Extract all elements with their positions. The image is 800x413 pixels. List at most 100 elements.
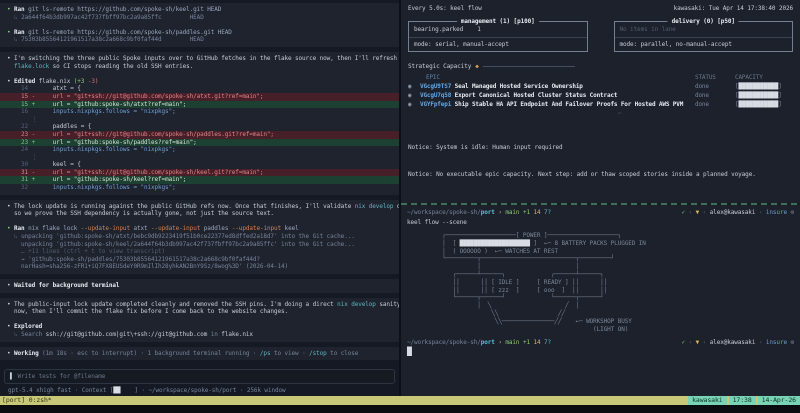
epic-row[interactable]: ◉ VGYFpfepi Ship Stable HA API Endpoint … — [408, 100, 793, 109]
prompt-right: ✓ ‹ ▼ ‹ alex@kawasaki ‹ insure ⚙ — [681, 209, 795, 216]
terminal-line: ╲╲───────────────╱╱ ←─ WORKSHOP BUSY — [421, 317, 632, 325]
shell-pane: ~/workspace/spoke-sh/port › main +1 14 7… — [401, 205, 800, 396]
terminal-line: ↳ unpacking 'github:spoke-sh/atxt/bebc9d… — [7, 233, 355, 241]
message-block: • Ran git ls-remote https://github.com/s… — [0, 3, 399, 47]
terminal-line: ┌────────────────────[ POWER ]──────────… — [421, 232, 622, 239]
terminal-line: 23 + url = "github:spoke-sh/paddles?ref=… — [0, 138, 399, 147]
codex-statusline: gpt-5.4 xhigh fast · Context [██ ] · ~/w… — [8, 387, 286, 394]
epic-title: Ship Stable HA API Endpoint And Failover… — [454, 101, 684, 108]
lane-empty-label: No items in lane — [619, 26, 676, 33]
terminal-line: narHash=sha256-zFR1+iQ7FX8EUSdeY0R9mIlIh… — [7, 263, 288, 271]
lane-boxes: management (1) [p100] bearing.parked 1 m… — [408, 18, 793, 52]
terminal-line: • The lock update is running against the… — [7, 202, 399, 210]
terminal-line: now, then I'll commit the flake fix befo… — [7, 308, 288, 316]
epic-row[interactable]: ◉ VGcgU9TS7 Seal Managed Hosted Service … — [408, 82, 793, 91]
message-block: • The lock update is running against the… — [0, 199, 399, 274]
watch-pane: Every 5.0s: keel flow kawasaki: Tue Apr … — [401, 0, 800, 203]
epic-row[interactable]: ◉ VGcgU7q58 Export Canonical Hosted Clus… — [408, 91, 793, 100]
watch-host-time: kawasaki: Tue Apr 14 17:38:40 2026 — [673, 5, 794, 12]
epic-status: done — [695, 92, 709, 99]
prompt-right: ✓ ‹ ▼ ‹ alex@kawasaki ‹ insure ⚙ — [681, 339, 795, 347]
epic-status: done — [695, 83, 709, 90]
message-block: • The public-input lock update completed… — [0, 297, 399, 342]
tmux-statusbar: [port] 0:zsh* kawasaki 17:38 14-Apr-26 — [0, 396, 800, 405]
strategic-capacity-section: Strategic Capacity ◆ — [408, 62, 793, 71]
terminal-line: ││ ││ [ IDLE ] [ READY ] ││ ││ — [421, 278, 608, 286]
terminal-line: 14 atxt = { — [7, 85, 81, 93]
terminal-line: 24 inputs.nixpkgs.follows = "nixpkgs"; — [7, 146, 176, 154]
lane-box-delivery: delivery (0) [p50] No items in lane mode… — [613, 18, 793, 52]
tmux-session-name: [port] — [2, 396, 25, 404]
prompt-left: ~/workspace/spoke-sh/port › main +1 14 7… — [407, 339, 552, 347]
tmux-host-badge: kawasaki — [688, 396, 727, 405]
terminal-line: flake.lock so CI stops reading the old S… — [14, 62, 194, 70]
notice-line: Notice: No executable epic capacity. Nex… — [408, 171, 756, 178]
epic-title: Seal Managed Hosted Service Ownership — [454, 83, 583, 90]
tmux-right-status: kawasaki 17:38 14-Apr-26 — [686, 396, 800, 405]
codex-input[interactable]: ▌ Write tests for @filename — [4, 369, 395, 384]
shell-prompt: ~/workspace/spoke-sh/port › main +1 14 7… — [407, 339, 794, 347]
lane-box-management: management (1) [p100] bearing.parked 1 m… — [408, 18, 588, 52]
column-header-capacity: CAPACITY — [735, 74, 763, 81]
cursor-line[interactable]: █ — [407, 347, 794, 356]
message-block: • Waited for background terminal — [0, 279, 399, 293]
epic-bullet-icon: ◉ — [408, 92, 412, 99]
terminal-line: │ │ — [421, 263, 580, 271]
diamond-icon: ◆ — [475, 63, 479, 70]
terminal-line: ┌──────┴──────┐ ┌──────┴──────┐ — [421, 270, 604, 278]
notice-line: Notice: System is idle: Human input requ… — [408, 144, 563, 151]
message-block: • Working (1m 18s · esc to interrupt) · … — [0, 346, 399, 361]
terminal-line: unpacking 'github:spoke-sh/keel/2a644f64… — [7, 240, 355, 248]
input-caret-icon: ▌ — [10, 373, 14, 380]
terminal-line: 16 inputs.nixpkgs.follows = "nixpkgs"; — [7, 108, 176, 116]
terminal-line: • Ran nix flake lock --update-input atxt… — [7, 225, 299, 233]
epic-status: done — [695, 101, 709, 108]
shell-command: keel flow --scene — [407, 219, 467, 226]
terminal-line: 15 + url = "github:spoke-sh/atxt?ref=mai… — [0, 100, 399, 109]
terminal-line: • I'm switching the three public Spoke i… — [7, 54, 397, 62]
terminal-line: • The public-input lock update completed… — [7, 300, 399, 308]
prompt-left: ~/workspace/spoke-sh/port › main +1 14 7… — [407, 209, 552, 216]
terminal-line: 30 keel = { — [7, 161, 81, 169]
terminal-line: ╲╲ ╱╱ — [421, 309, 566, 317]
codex-pane: • Ran git ls-remote https://github.com/s… — [0, 0, 399, 396]
terminal-line: 22 paddles = { — [7, 123, 92, 131]
terminal-line: 31 - url = "git+ssh://git@github.com/spo… — [0, 168, 399, 177]
terminal-line: • Waited for background terminal — [7, 282, 120, 289]
shell-prompt: ~/workspace/spoke-sh/port › main +1 14 7… — [407, 209, 794, 217]
lane-box-title: delivery (0) [p50] — [667, 18, 739, 26]
epic-id: VGcgU9TS7 — [420, 83, 452, 90]
terminal-screen: • Ran git ls-remote https://github.com/s… — [0, 0, 800, 413]
terminal-line: ⋮ — [7, 115, 38, 123]
tmux-window-tab[interactable]: 0:zsh* — [29, 396, 52, 404]
terminal-line: 32 inputs.nixpkgs.follows = "nixpkgs"; — [7, 184, 176, 192]
input-placeholder: Write tests for @filename — [17, 373, 106, 380]
terminal-line: … +11 lines (ctrl + t to view transcript… — [7, 248, 166, 256]
epic-title: Export Canonical Hosted Cluster Status C… — [454, 92, 618, 99]
terminal-line: so we prove the SSH dependency is actual… — [7, 210, 274, 218]
terminal-line: 31 + url = "github:spoke-sh/keel?ref=mai… — [0, 176, 399, 185]
epic-table-ellipsis: ⋯ — [618, 110, 622, 117]
terminal-line: │ [ ████████████████████ ] ←─ 8 BATTERY … — [421, 239, 646, 247]
notices: Notice: System is idle: Human input requ… — [408, 125, 793, 197]
terminal-line: (LIGHT ON) — [421, 325, 629, 333]
codex-transcript: • Ran git ls-remote https://github.com/s… — [0, 3, 399, 366]
column-header-status: STATUS — [695, 74, 716, 81]
tmux-date-badge: 14-Apr-26 — [757, 396, 800, 405]
ascii-scene: ┌────────────────────[ POWER ]──────────… — [407, 232, 794, 333]
terminal-line: ↳ 75303b85564121961517a38c2a668c9bf0faf4… — [7, 36, 204, 44]
terminal-line: ↳ Search ssh://git@github.com|git\+ssh:/… — [7, 330, 253, 338]
watch-interval-label: Every 5.0s: keel flow — [408, 5, 482, 12]
tmux-left-status: [port] 0:zsh* — [0, 396, 52, 405]
epic-table-header: EPIC STATUS CAPACITY — [408, 73, 793, 82]
message-block: • I'm switching the three public Spoke i… — [0, 51, 399, 195]
column-header-epic: EPIC — [426, 74, 440, 81]
terminal-line: → 'github:spoke-sh/paddles/75303b8556412… — [7, 255, 260, 263]
epic-id: VGYFpfepi — [420, 101, 452, 108]
lane-mode: mode: serial, manual-accept — [409, 37, 587, 51]
lane-box-title: management (1) [p100] — [456, 18, 539, 26]
